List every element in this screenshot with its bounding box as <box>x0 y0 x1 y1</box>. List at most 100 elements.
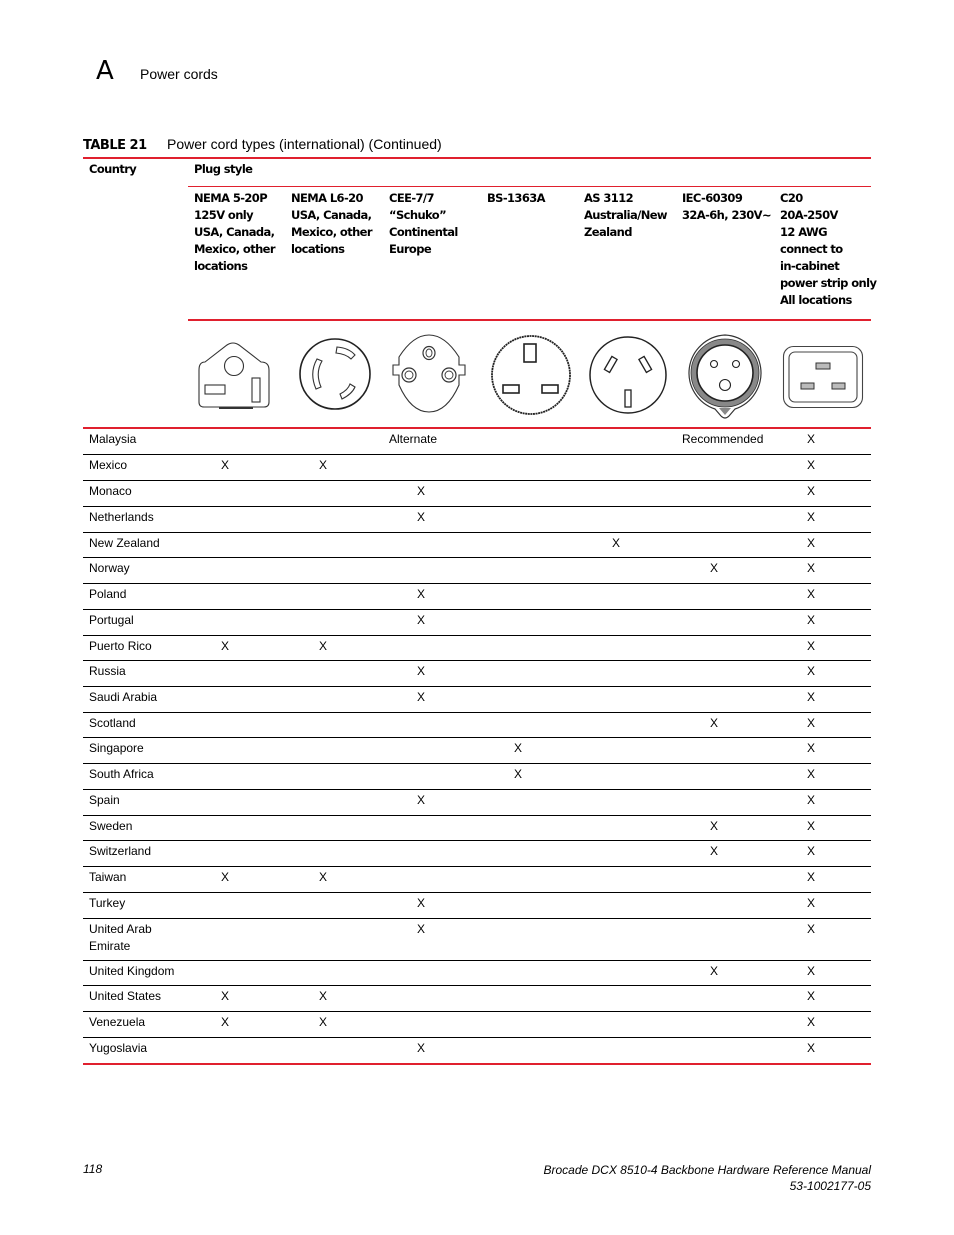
plug-cell-cee-7-7: Alternate <box>389 432 438 446</box>
nema-l6-20-plug-icon <box>299 338 371 410</box>
row-divider <box>83 712 871 713</box>
plug-cell-nema-5-20p: X <box>221 1015 230 1029</box>
column-header-line: USA, Canada, <box>194 225 275 239</box>
plug-cell-cee-7-7: X <box>417 1041 426 1055</box>
country-cell: United Arab Emirate <box>89 921 152 955</box>
plug-cell-c20: X <box>807 587 816 601</box>
plug-cell-bs-1363a: X <box>514 767 523 781</box>
plug-cell-iec-60309: X <box>710 844 719 858</box>
column-header-iec-60309: IEC-60309 32A-6h, 230V~ <box>682 190 772 224</box>
country-line: United Arab <box>89 922 152 936</box>
plug-cell-c20: X <box>807 819 816 833</box>
country-cell: Yugoslavia <box>89 1041 148 1055</box>
plug-cell-c20: X <box>807 989 816 1003</box>
country-header: Country <box>89 162 137 176</box>
column-header-line: 12 AWG <box>780 225 828 239</box>
plug-cell-cee-7-7: X <box>417 484 426 498</box>
plug-cell-c20: X <box>807 716 816 730</box>
row-divider <box>83 1037 871 1038</box>
plug-cell-c20: X <box>807 484 816 498</box>
plug-cell-c20: X <box>807 510 816 524</box>
nema-5-20p-plug-icon <box>198 342 270 409</box>
plug-cell-iec-60309: X <box>710 819 719 833</box>
plug-cell-c20: X <box>807 458 816 472</box>
plug-cell-bs-1363a: X <box>514 741 523 755</box>
table-caption: TABLE 21 Power cord types (international)… <box>83 136 442 153</box>
row-divider <box>83 635 871 636</box>
column-header-line: in-cabinet <box>780 259 840 273</box>
row-divider <box>83 985 871 986</box>
country-cell: New Zealand <box>89 536 160 550</box>
plug-cell-iec-60309: X <box>710 964 719 978</box>
column-header-line: 125V only <box>194 208 254 222</box>
column-header-line: Zealand <box>584 225 632 239</box>
country-cell: Sweden <box>89 819 133 833</box>
manual-title: Brocade DCX 8510-4 Backbone Hardware Ref… <box>543 1163 871 1177</box>
column-header-line: power strip only <box>780 276 877 290</box>
row-divider <box>83 686 871 687</box>
column-header-as-3112: AS 3112 Australia/New Zealand <box>584 190 668 241</box>
plug-cell-c20: X <box>807 1041 816 1055</box>
column-header-line: USA, Canada, <box>291 208 372 222</box>
country-cell: Portugal <box>89 613 134 627</box>
column-header-line: 32A-6h, 230V~ <box>682 208 772 222</box>
country-cell: Scotland <box>89 716 136 730</box>
plug-cell-c20: X <box>807 793 816 807</box>
icon-row-rule <box>188 319 871 321</box>
plug-cell-nema-5-20p: X <box>221 989 230 1003</box>
plug-cell-cee-7-7: X <box>417 922 426 936</box>
plug-cell-cee-7-7: X <box>417 613 426 627</box>
column-header-c20: C20 20A-250V 12 AWG connect to in-cabinet pow… <box>780 190 877 309</box>
plug-cell-nema-l6-20: X <box>319 1015 328 1029</box>
column-header-line: Continental <box>389 225 458 239</box>
country-cell: United Kingdom <box>89 964 175 978</box>
table-caption-text: Power cord types (international) (Contin… <box>167 136 442 152</box>
plug-cell-nema-5-20p: X <box>221 870 230 884</box>
column-header-bs-1363a: BS-1363A <box>487 190 546 207</box>
footer-doc-info: Brocade DCX 8510-4 Backbone Hardware Ref… <box>543 1162 871 1194</box>
row-divider <box>83 454 871 455</box>
country-cell: South Africa <box>89 767 154 781</box>
doc-number: 53-1002177-05 <box>789 1179 871 1193</box>
row-divider <box>83 840 871 841</box>
plug-cell-c20: X <box>807 613 816 627</box>
country-cell: Taiwan <box>89 870 127 884</box>
column-header-line: NEMA 5-20P <box>194 191 268 205</box>
column-header-line: NEMA L6-20 <box>291 191 364 205</box>
plug-cell-c20: X <box>807 536 816 550</box>
country-cell: Puerto Rico <box>89 639 152 653</box>
plug-cell-nema-l6-20: X <box>319 870 328 884</box>
row-divider <box>83 506 871 507</box>
table-bottom-rule <box>83 1063 871 1065</box>
column-header-line: BS-1363A <box>487 191 546 205</box>
section-title: Power cords <box>140 66 218 82</box>
row-divider <box>83 918 871 919</box>
iec-60309-plug-icon <box>688 334 762 419</box>
table-body-top-rule <box>83 427 871 429</box>
country-cell: Norway <box>89 561 130 575</box>
table-number: TABLE 21 <box>83 138 147 153</box>
plug-cell-c20: X <box>807 1015 816 1029</box>
plug-cell-cee-7-7: X <box>417 510 426 524</box>
country-cell: Poland <box>89 587 127 601</box>
row-divider <box>83 480 871 481</box>
plug-cell-as-3112: X <box>612 536 621 550</box>
plug-cell-nema-l6-20: X <box>319 639 328 653</box>
plug-style-header: Plug style <box>194 162 253 176</box>
table-top-rule <box>83 157 871 159</box>
plug-cell-c20: X <box>807 922 816 936</box>
column-header-line: Europe <box>389 242 432 256</box>
plug-cell-cee-7-7: X <box>417 587 426 601</box>
plug-cell-c20: X <box>807 561 816 575</box>
country-cell: Russia <box>89 664 126 678</box>
column-header-nema-5-20p: NEMA 5-20P 125V only USA, Canada, Mexico, o… <box>194 190 276 275</box>
plug-cell-c20: X <box>807 896 816 910</box>
plug-cell-c20: X <box>807 844 816 858</box>
plug-style-rule <box>188 186 871 187</box>
column-header-line: 20A-250V <box>780 208 838 222</box>
country-cell: Switzerland <box>89 844 152 858</box>
row-divider <box>83 892 871 893</box>
plug-cell-c20: X <box>807 664 816 678</box>
country-cell: Spain <box>89 793 120 807</box>
country-cell: Netherlands <box>89 510 154 524</box>
